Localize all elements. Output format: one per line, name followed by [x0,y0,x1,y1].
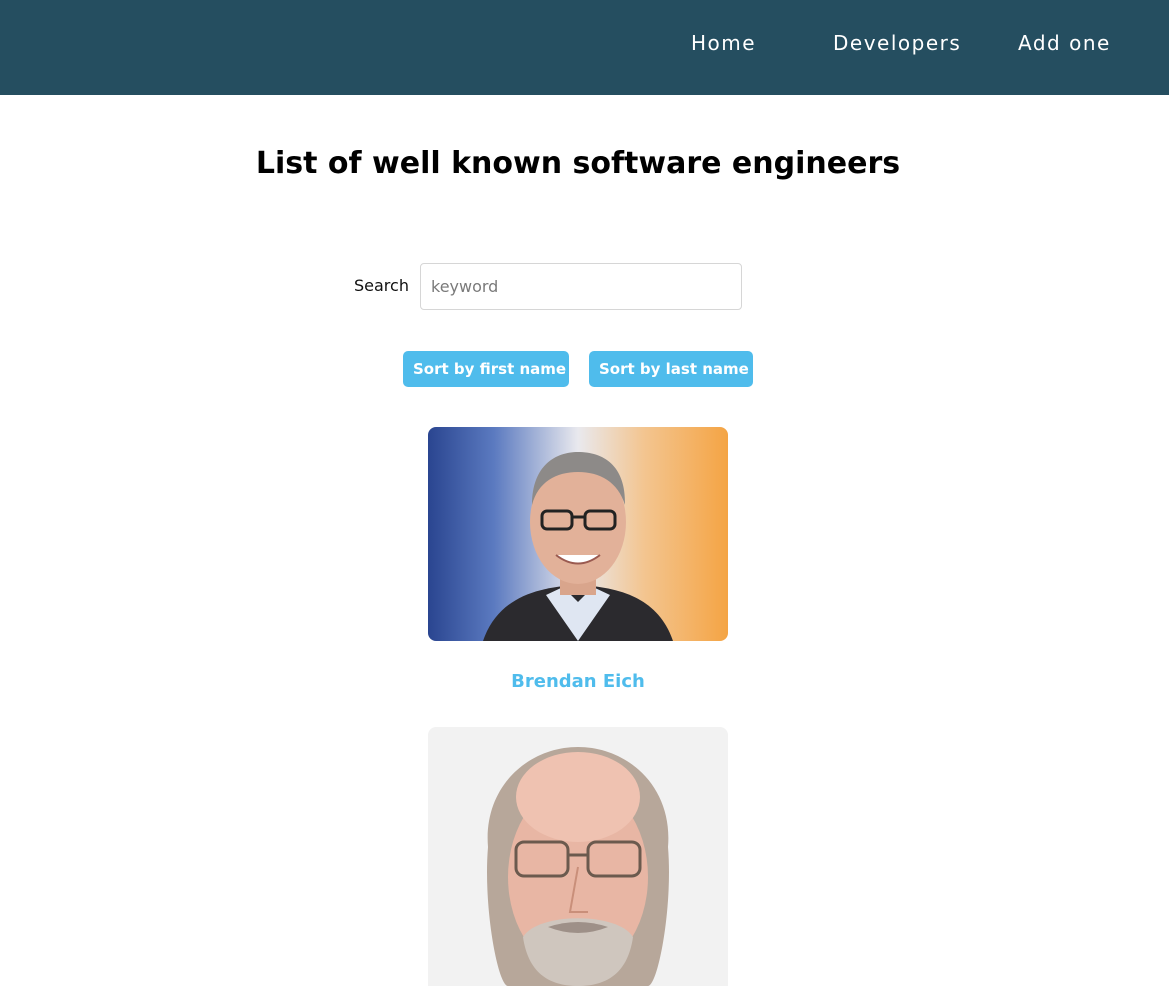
page-title: List of well known software engineers [255,146,901,181]
nav-link-developers[interactable]: Developers [833,31,961,55]
nav-link-add-one[interactable]: Add one [1018,31,1111,55]
portrait-illustration [487,747,669,986]
nav-link-home[interactable]: Home [691,31,756,55]
sort-by-last-name-button[interactable]: Sort by last name [589,351,753,387]
top-navbar: Home Developers Add one [0,0,1169,95]
portrait-illustration [483,452,673,641]
developer-name-link[interactable]: Brendan Eich [428,671,728,692]
developer-photo [428,727,728,986]
sort-by-first-name-button[interactable]: Sort by first name [403,351,569,387]
search-input[interactable] [420,263,742,310]
developer-photo [428,427,728,641]
search-label: Search [354,276,409,295]
